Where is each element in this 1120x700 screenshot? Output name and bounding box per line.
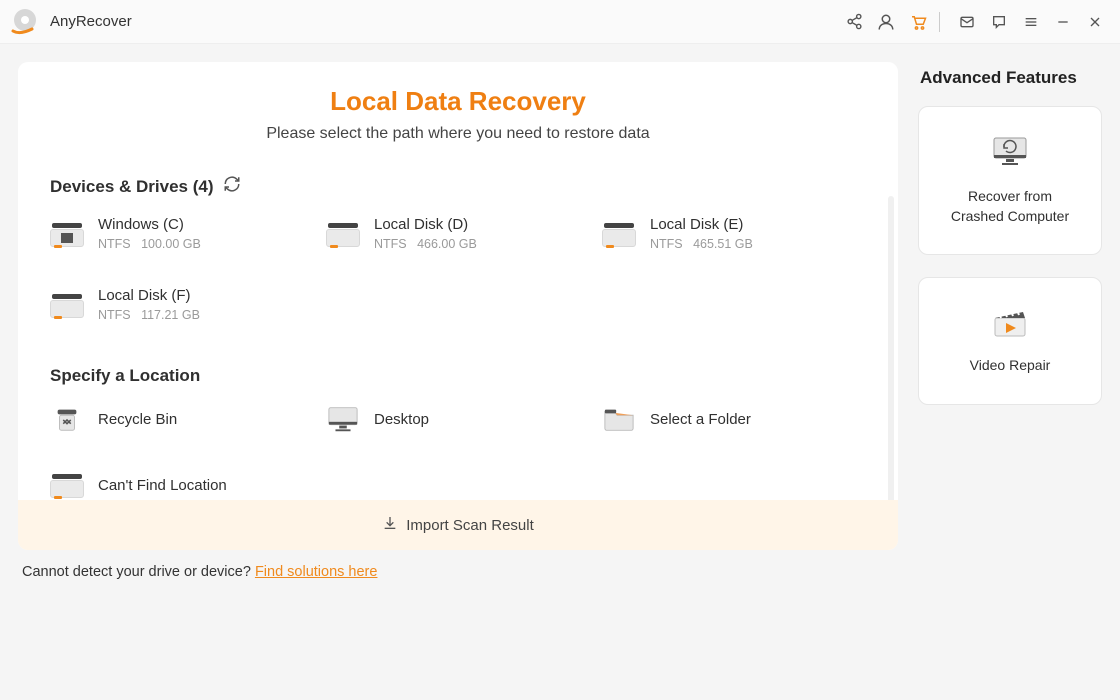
drive-name: Local Disk (D): [374, 216, 477, 233]
page-subtitle: Please select the path where you need to…: [50, 125, 866, 143]
location-name: Recycle Bin: [98, 411, 177, 428]
page-title: Local Data Recovery: [50, 86, 866, 117]
drive-e[interactable]: Local Disk (E) NTFS 465.51 GB: [602, 216, 866, 251]
clapperboard-icon: [929, 306, 1091, 340]
drive-meta: NTFS 100.00 GB: [98, 237, 201, 251]
scrollbar[interactable]: [888, 196, 894, 500]
card-label: Video Repair: [929, 356, 1091, 376]
location-name: Desktop: [374, 411, 429, 428]
drive-c[interactable]: Windows (C) NTFS 100.00 GB: [50, 216, 314, 251]
mail-icon[interactable]: [954, 9, 980, 35]
devices-heading: Devices & Drives (4): [50, 175, 866, 198]
drive-f[interactable]: Local Disk (F) NTFS 117.21 GB: [50, 287, 314, 322]
drive-d[interactable]: Local Disk (D) NTFS 466.00 GB: [326, 216, 590, 251]
drives-grid: Windows (C) NTFS 100.00 GB Local Disk (D…: [50, 216, 866, 322]
hdd-icon: [326, 219, 360, 249]
footer-text: Cannot detect your drive or device?: [22, 564, 255, 580]
drive-meta: NTFS 117.21 GB: [98, 308, 200, 322]
account-icon[interactable]: [873, 9, 899, 35]
main-panel: Local Data Recovery Please select the pa…: [18, 62, 898, 550]
recover-crashed-card[interactable]: Recover fromCrashed Computer: [918, 106, 1102, 255]
drive-meta: NTFS 466.00 GB: [374, 237, 477, 251]
location-recycle-bin[interactable]: Recycle Bin: [50, 404, 314, 434]
import-scan-result-button[interactable]: Import Scan Result: [18, 500, 898, 550]
windows-drive-icon: [50, 219, 84, 249]
sidebar-title: Advanced Features: [920, 68, 1102, 88]
menu-icon[interactable]: [1018, 9, 1044, 35]
recycle-bin-icon: [50, 404, 84, 434]
feedback-icon[interactable]: [986, 9, 1012, 35]
refresh-icon[interactable]: [223, 175, 241, 198]
app-name: AnyRecover: [50, 13, 132, 30]
folder-icon: [602, 404, 636, 434]
drive-meta: NTFS 465.51 GB: [650, 237, 753, 251]
hdd-icon: [602, 219, 636, 249]
titlebar-divider: [939, 12, 940, 32]
desktop-icon: [326, 404, 360, 434]
monitor-refresh-icon: [929, 135, 1091, 171]
titlebar: AnyRecover: [0, 0, 1120, 44]
location-name: Select a Folder: [650, 411, 751, 428]
location-select-folder[interactable]: Select a Folder: [602, 404, 866, 434]
locations-heading: Specify a Location: [50, 366, 866, 386]
download-icon: [382, 515, 398, 535]
cart-icon[interactable]: [905, 9, 931, 35]
locations-heading-text: Specify a Location: [50, 366, 200, 386]
hdd-icon: [50, 470, 84, 500]
app-logo: [10, 7, 40, 37]
minimize-icon[interactable]: [1050, 9, 1076, 35]
location-desktop[interactable]: Desktop: [326, 404, 590, 434]
drive-name: Local Disk (F): [98, 287, 200, 304]
location-name: Can't Find Location: [98, 477, 227, 494]
devices-heading-text: Devices & Drives (4): [50, 177, 213, 197]
locations-grid: Recycle Bin Desktop Select a Folder: [50, 404, 866, 500]
location-cant-find[interactable]: Can't Find Location: [50, 470, 314, 500]
footer-link[interactable]: Find solutions here: [255, 564, 378, 580]
share-icon[interactable]: [841, 9, 867, 35]
video-repair-card[interactable]: Video Repair: [918, 277, 1102, 405]
footer: Cannot detect your drive or device? Find…: [0, 550, 1120, 580]
close-icon[interactable]: [1082, 9, 1108, 35]
sidebar: Advanced Features Recover fromCrashed Co…: [918, 62, 1102, 550]
drive-name: Local Disk (E): [650, 216, 753, 233]
import-label: Import Scan Result: [406, 517, 534, 534]
card-label: Recover fromCrashed Computer: [929, 187, 1091, 226]
drive-name: Windows (C): [98, 216, 201, 233]
hdd-icon: [50, 290, 84, 320]
